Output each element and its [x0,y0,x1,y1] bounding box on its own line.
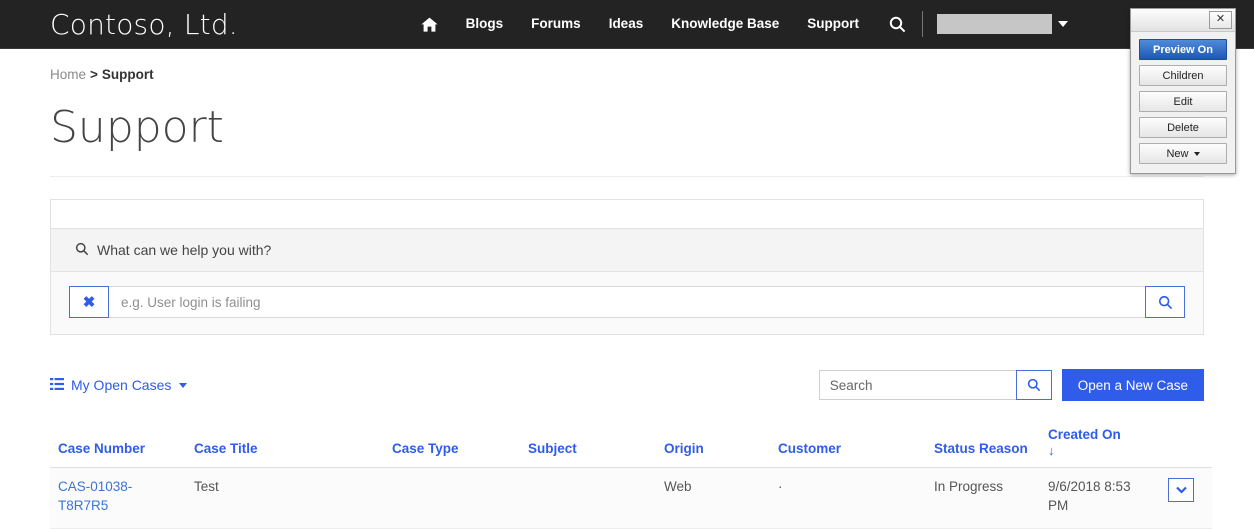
cell-subject [520,467,656,529]
nav-item-support[interactable]: Support [793,0,873,48]
caret-down-icon [1193,151,1200,156]
edit-label: Edit [1173,95,1193,108]
cell-case-title: Test [186,467,384,529]
preview-on-label: Preview On [1153,43,1213,56]
site-brand[interactable]: Contoso, Ltd. [50,8,238,41]
column-header-case-number[interactable]: Case Number [50,421,186,469]
nav-divider [922,11,923,37]
row-menu-button[interactable] [1168,478,1194,503]
search-icon [75,242,89,259]
cell-created-on: 9/6/2018 8:53 PM [1040,467,1160,529]
cell-case-number: CAS-01038-T8R7R5 [50,467,186,529]
user-menu[interactable] [937,14,1068,34]
breadcrumb-item-home[interactable]: Home [50,67,86,82]
column-header-customer[interactable]: Customer [770,421,926,469]
breadcrumb-item-current: Support [101,67,154,82]
column-header-created-on[interactable]: Created On ↓ [1040,421,1160,469]
cases-search-button[interactable] [1015,370,1052,400]
nav-item-forums[interactable]: Forums [517,0,595,48]
case-number-link[interactable]: CAS-01038-T8R7R5 [58,479,132,513]
column-header-actions [1160,421,1212,469]
cases-search [818,370,1052,400]
user-name-redacted [937,14,1052,34]
title-divider [50,176,1204,177]
cases-toolbar-right: Open a New Case [818,369,1204,401]
cell-actions [1160,467,1212,529]
sort-descending-icon: ↓ [1048,442,1055,458]
primary-nav: Blogs Forums Ideas Knowledge Base Suppor… [407,0,1068,48]
cell-case-type [384,467,520,529]
cases-table-head: Case Number Case Title Case Type Subject… [50,421,1212,469]
help-panel-heading: What can we help you with? [97,242,272,258]
table-header-row: Case Number Case Title Case Type Subject… [50,421,1212,469]
cases-toolbar: My Open Cases Open a New Case [50,369,1204,401]
help-panel-blank-bar [51,200,1203,229]
home-icon[interactable] [407,17,452,32]
new-label: New [1166,147,1189,160]
cases-table: Case Number Case Title Case Type Subject… [50,421,1212,529]
help-search-submit-button[interactable] [1145,286,1185,318]
column-header-subject[interactable]: Subject [520,421,656,469]
open-new-case-button[interactable]: Open a New Case [1061,369,1204,401]
column-header-case-type[interactable]: Case Type [384,421,520,469]
children-label: Children [1162,69,1204,82]
breadcrumb: Home > Support [50,67,1254,82]
column-header-case-title[interactable]: Case Title [186,421,384,469]
edit-panel-buttons: Preview On Children Edit Delete New [1131,32,1235,173]
top-navigation-bar: Contoso, Ltd. Blogs Forums Ideas Knowled… [0,0,1254,49]
delete-label: Delete [1167,121,1199,134]
cases-table-body: CAS-01038-T8R7R5 Test Web · In Progress … [50,467,1212,529]
edit-button[interactable]: Edit [1139,91,1227,112]
column-header-status-reason[interactable]: Status Reason [926,421,1040,469]
children-button[interactable]: Children [1139,65,1227,86]
page-edit-panel: ✕ Preview On Children Edit Delete New [1130,8,1236,174]
case-view-label: My Open Cases [71,377,172,393]
cell-status-reason: In Progress [926,467,1040,529]
case-view-selector[interactable]: My Open Cases [50,377,188,393]
list-icon [50,377,64,393]
close-icon[interactable]: ✕ [1209,11,1232,29]
cell-origin: Web [656,467,770,529]
nav-search-icon[interactable] [873,16,918,33]
help-searchbar: ✖ [69,286,1185,318]
cell-customer: · [770,467,926,529]
chevron-down-icon [1058,21,1068,27]
edit-panel-titlebar: ✕ [1131,9,1235,32]
column-header-created-on-label: Created On [1048,427,1121,442]
preview-on-button[interactable]: Preview On [1139,39,1227,60]
clear-search-button[interactable]: ✖ [69,286,109,318]
nav-item-blogs[interactable]: Blogs [452,0,518,48]
page-title: Support [50,102,224,153]
caret-down-icon [179,382,188,388]
column-header-origin[interactable]: Origin [656,421,770,469]
table-row[interactable]: CAS-01038-T8R7R5 Test Web · In Progress … [50,467,1212,529]
help-panel-header: What can we help you with? [51,229,1203,272]
cases-search-input[interactable] [818,370,1016,400]
nav-item-ideas[interactable]: Ideas [595,0,658,48]
breadcrumb-separator: > [90,67,98,82]
delete-button[interactable]: Delete [1139,117,1227,138]
nav-item-knowledge-base[interactable]: Knowledge Base [657,0,793,48]
help-search-input[interactable] [109,286,1145,318]
help-panel-body: ✖ [51,272,1203,334]
help-search-panel: What can we help you with? ✖ [50,199,1204,335]
new-button[interactable]: New [1139,143,1227,164]
